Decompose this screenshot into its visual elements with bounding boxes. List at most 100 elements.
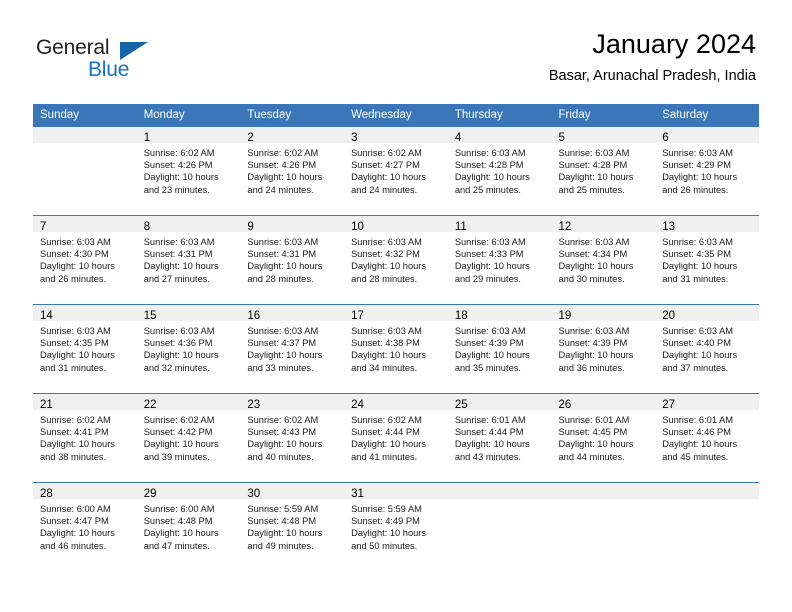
calendar-day-cell[interactable]: 3 Sunrise: 6:02 AM Sunset: 4:27 PM Daylight… — [344, 126, 448, 215]
calendar-day-cell[interactable]: 23 Sunrise: 6:02 AM Sunset: 4:43 PM Dayligh… — [240, 393, 345, 482]
calendar-day-cell[interactable]: 22 Sunrise: 6:02 AM Sunset: 4:42 PM Dayligh… — [136, 393, 241, 482]
sunset-text: Sunset: 4:28 PM — [454, 160, 524, 171]
daylight-text-line2: and 23 minutes. — [143, 184, 210, 195]
day-cell-inner: 30 Sunrise: 5:59 AM Sunset: 4:48 PM Dayligh… — [240, 482, 345, 571]
daylight-text-line1: Daylight: 10 hours — [351, 528, 427, 539]
day-cell-inner — [551, 482, 656, 571]
day-cell-inner: 25 Sunrise: 6:01 AM Sunset: 4:44 PM Dayligh… — [447, 393, 552, 482]
day-number-band: 1 — [136, 127, 241, 144]
calendar-day-cell[interactable]: 2 Sunrise: 6:02 AM Sunset: 4:26 PM Daylight… — [240, 126, 345, 215]
day-number-band: 22 — [136, 394, 241, 411]
calendar-day-cell[interactable]: 5 Sunrise: 6:03 AM Sunset: 4:28 PM Daylight… — [551, 126, 656, 215]
sunset-text: Sunset: 4:33 PM — [454, 249, 524, 260]
daylight-text-line1: Daylight: 10 hours — [143, 261, 219, 272]
calendar-day-cell[interactable]: 21 Sunrise: 6:02 AM Sunset: 4:41 PM Dayligh… — [33, 393, 137, 482]
sunset-text: Sunset: 4:31 PM — [143, 249, 213, 260]
day-cell-inner: 12 Sunrise: 6:03 AM Sunset: 4:34 PM Dayligh… — [551, 215, 656, 304]
calendar-day-cell[interactable]: 6 Sunrise: 6:03 AM Sunset: 4:29 PM Daylight… — [655, 126, 759, 215]
calendar-page: General Blue January 2024 Basar, Arunach… — [0, 0, 792, 612]
calendar-day-cell[interactable]: 30 Sunrise: 5:59 AM Sunset: 4:48 PM Dayligh… — [240, 482, 345, 571]
day-number-band: 7 — [33, 216, 137, 233]
day-cell-details: Sunrise: 6:03 AM Sunset: 4:33 PM Daylight:… — [448, 232, 552, 285]
calendar-day-cell[interactable]: 11 Sunrise: 6:03 AM Sunset: 4:33 PM Dayligh… — [447, 215, 552, 304]
day-cell-details: Sunrise: 6:03 AM Sunset: 4:34 PM Daylight:… — [552, 232, 656, 285]
calendar-day-cell[interactable]: 19 Sunrise: 6:03 AM Sunset: 4:39 PM Dayligh… — [551, 304, 656, 393]
calendar-day-cell[interactable]: 9 Sunrise: 6:03 AM Sunset: 4:31 PM Daylight… — [240, 215, 345, 304]
day-number: 5 — [558, 132, 565, 144]
calendar-week-row: 28 Sunrise: 6:00 AM Sunset: 4:47 PM Dayligh… — [33, 482, 759, 571]
calendar-day-cell[interactable]: 31 Sunrise: 5:59 AM Sunset: 4:49 PM Dayligh… — [344, 482, 448, 571]
daylight-text-line1: Daylight: 10 hours — [351, 172, 427, 183]
calendar-header-row: Sunday Monday Tuesday Wednesday Thursday Frid… — [33, 104, 759, 126]
sunset-text: Sunset: 4:35 PM — [662, 249, 731, 260]
calendar-day-cell[interactable]: 20 Sunrise: 6:03 AM Sunset: 4:40 PM Dayligh… — [655, 304, 759, 393]
day-cell-details: Sunrise: 6:03 AM Sunset: 4:37 PM Daylight:… — [240, 321, 344, 374]
day-number: 18 — [454, 310, 468, 322]
calendar-empty-cell — [33, 126, 137, 215]
daylight-text-line1: Daylight: 10 hours — [662, 439, 738, 450]
calendar-table: Sunday Monday Tuesday Wednesday Thursday Frid… — [33, 104, 759, 571]
daylight-text-line2: and 39 minutes. — [143, 451, 210, 462]
day-cell-details: Sunrise: 6:03 AM Sunset: 4:28 PM Daylight:… — [552, 143, 656, 196]
sunset-text: Sunset: 4:47 PM — [40, 516, 109, 527]
day-cell-inner: 7 Sunrise: 6:03 AM Sunset: 4:30 PM Daylight… — [33, 215, 137, 304]
calendar-day-cell[interactable]: 14 Sunrise: 6:03 AM Sunset: 4:35 PM Dayligh… — [33, 304, 137, 393]
sunset-text: Sunset: 4:39 PM — [454, 338, 524, 349]
calendar-day-cell[interactable]: 27 Sunrise: 6:01 AM Sunset: 4:46 PM Dayligh… — [655, 393, 759, 482]
sunset-text: Sunset: 4:27 PM — [351, 160, 420, 171]
calendar-day-cell[interactable]: 10 Sunrise: 6:03 AM Sunset: 4:32 PM Dayligh… — [344, 215, 448, 304]
day-number: 13 — [662, 221, 676, 233]
sunset-text: Sunset: 4:46 PM — [662, 427, 731, 438]
daylight-text-line1: Daylight: 10 hours — [351, 439, 427, 450]
calendar-week-row: 1 Sunrise: 6:02 AM Sunset: 4:26 PM Daylight… — [33, 126, 759, 215]
calendar-day-cell[interactable]: 16 Sunrise: 6:03 AM Sunset: 4:37 PM Dayligh… — [240, 304, 345, 393]
day-cell-details: Sunrise: 5:59 AM Sunset: 4:49 PM Daylight:… — [344, 499, 448, 552]
sunrise-text: Sunrise: 6:03 AM — [558, 148, 630, 158]
weekday-header-friday: Friday — [551, 104, 656, 126]
day-cell-inner: 17 Sunrise: 6:03 AM Sunset: 4:38 PM Dayligh… — [344, 304, 448, 393]
calendar-day-cell[interactable]: 17 Sunrise: 6:03 AM Sunset: 4:38 PM Dayligh… — [344, 304, 448, 393]
day-number: 17 — [351, 310, 364, 322]
calendar-day-cell[interactable]: 15 Sunrise: 6:03 AM Sunset: 4:36 PM Dayligh… — [136, 304, 241, 393]
day-cell-details — [448, 499, 552, 503]
calendar-day-cell[interactable]: 18 Sunrise: 6:03 AM Sunset: 4:39 PM Dayligh… — [447, 304, 552, 393]
day-number-band — [447, 483, 552, 499]
calendar-week-row: 14 Sunrise: 6:03 AM Sunset: 4:35 PM Dayligh… — [33, 304, 759, 393]
calendar-week-row: 21 Sunrise: 6:02 AM Sunset: 4:41 PM Dayligh… — [33, 393, 759, 482]
daylight-text-line1: Daylight: 10 hours — [247, 528, 323, 539]
sunrise-text: Sunrise: 6:02 AM — [40, 415, 111, 425]
calendar-day-cell[interactable]: 12 Sunrise: 6:03 AM Sunset: 4:34 PM Dayligh… — [551, 215, 656, 304]
sunset-text: Sunset: 4:38 PM — [351, 338, 420, 349]
day-number-band: 24 — [344, 394, 448, 411]
day-cell-details: Sunrise: 6:03 AM Sunset: 4:40 PM Daylight:… — [655, 321, 759, 374]
daylight-text-line2: and 44 minutes. — [558, 451, 625, 462]
calendar-day-cell[interactable]: 13 Sunrise: 6:03 AM Sunset: 4:35 PM Dayligh… — [655, 215, 759, 304]
day-cell-inner: 19 Sunrise: 6:03 AM Sunset: 4:39 PM Dayligh… — [551, 304, 656, 393]
calendar-day-cell[interactable]: 8 Sunrise: 6:03 AM Sunset: 4:31 PM Daylight… — [136, 215, 241, 304]
title-block: January 2024 Basar, Arunachal Pradesh, I… — [549, 28, 756, 86]
sunrise-text: Sunrise: 6:03 AM — [143, 326, 215, 336]
day-number-band: 14 — [33, 305, 137, 322]
day-number: 30 — [247, 488, 261, 500]
calendar-day-cell[interactable]: 26 Sunrise: 6:01 AM Sunset: 4:45 PM Dayligh… — [551, 393, 656, 482]
sunset-text: Sunset: 4:45 PM — [558, 427, 628, 438]
sunrise-text: Sunrise: 6:03 AM — [454, 326, 526, 336]
calendar-day-cell[interactable]: 7 Sunrise: 6:03 AM Sunset: 4:30 PM Daylight… — [33, 215, 137, 304]
calendar-day-cell[interactable]: 28 Sunrise: 6:00 AM Sunset: 4:47 PM Dayligh… — [33, 482, 137, 571]
calendar-day-cell[interactable]: 24 Sunrise: 6:02 AM Sunset: 4:44 PM Dayligh… — [344, 393, 448, 482]
sunrise-text: Sunrise: 6:00 AM — [40, 504, 111, 514]
calendar-day-cell[interactable]: 4 Sunrise: 6:03 AM Sunset: 4:28 PM Daylight… — [447, 126, 552, 215]
calendar-day-cell[interactable]: 1 Sunrise: 6:02 AM Sunset: 4:26 PM Daylight… — [136, 126, 241, 215]
calendar-day-cell[interactable]: 29 Sunrise: 6:00 AM Sunset: 4:48 PM Dayligh… — [136, 482, 241, 571]
day-number-band — [655, 483, 759, 499]
day-cell-details: Sunrise: 6:03 AM Sunset: 4:38 PM Daylight:… — [344, 321, 448, 374]
daylight-text-line1: Daylight: 10 hours — [351, 350, 427, 361]
day-number: 14 — [40, 310, 53, 322]
daylight-text-line2: and 24 minutes. — [247, 184, 314, 195]
general-blue-logo[interactable]: General Blue — [36, 36, 166, 88]
calendar-day-cell[interactable]: 25 Sunrise: 6:01 AM Sunset: 4:44 PM Dayligh… — [447, 393, 552, 482]
day-number-band: 28 — [33, 483, 137, 500]
day-cell-details: Sunrise: 6:03 AM Sunset: 4:32 PM Daylight:… — [344, 232, 448, 285]
daylight-text-line2: and 36 minutes. — [558, 362, 625, 373]
sunset-text: Sunset: 4:35 PM — [40, 338, 109, 349]
